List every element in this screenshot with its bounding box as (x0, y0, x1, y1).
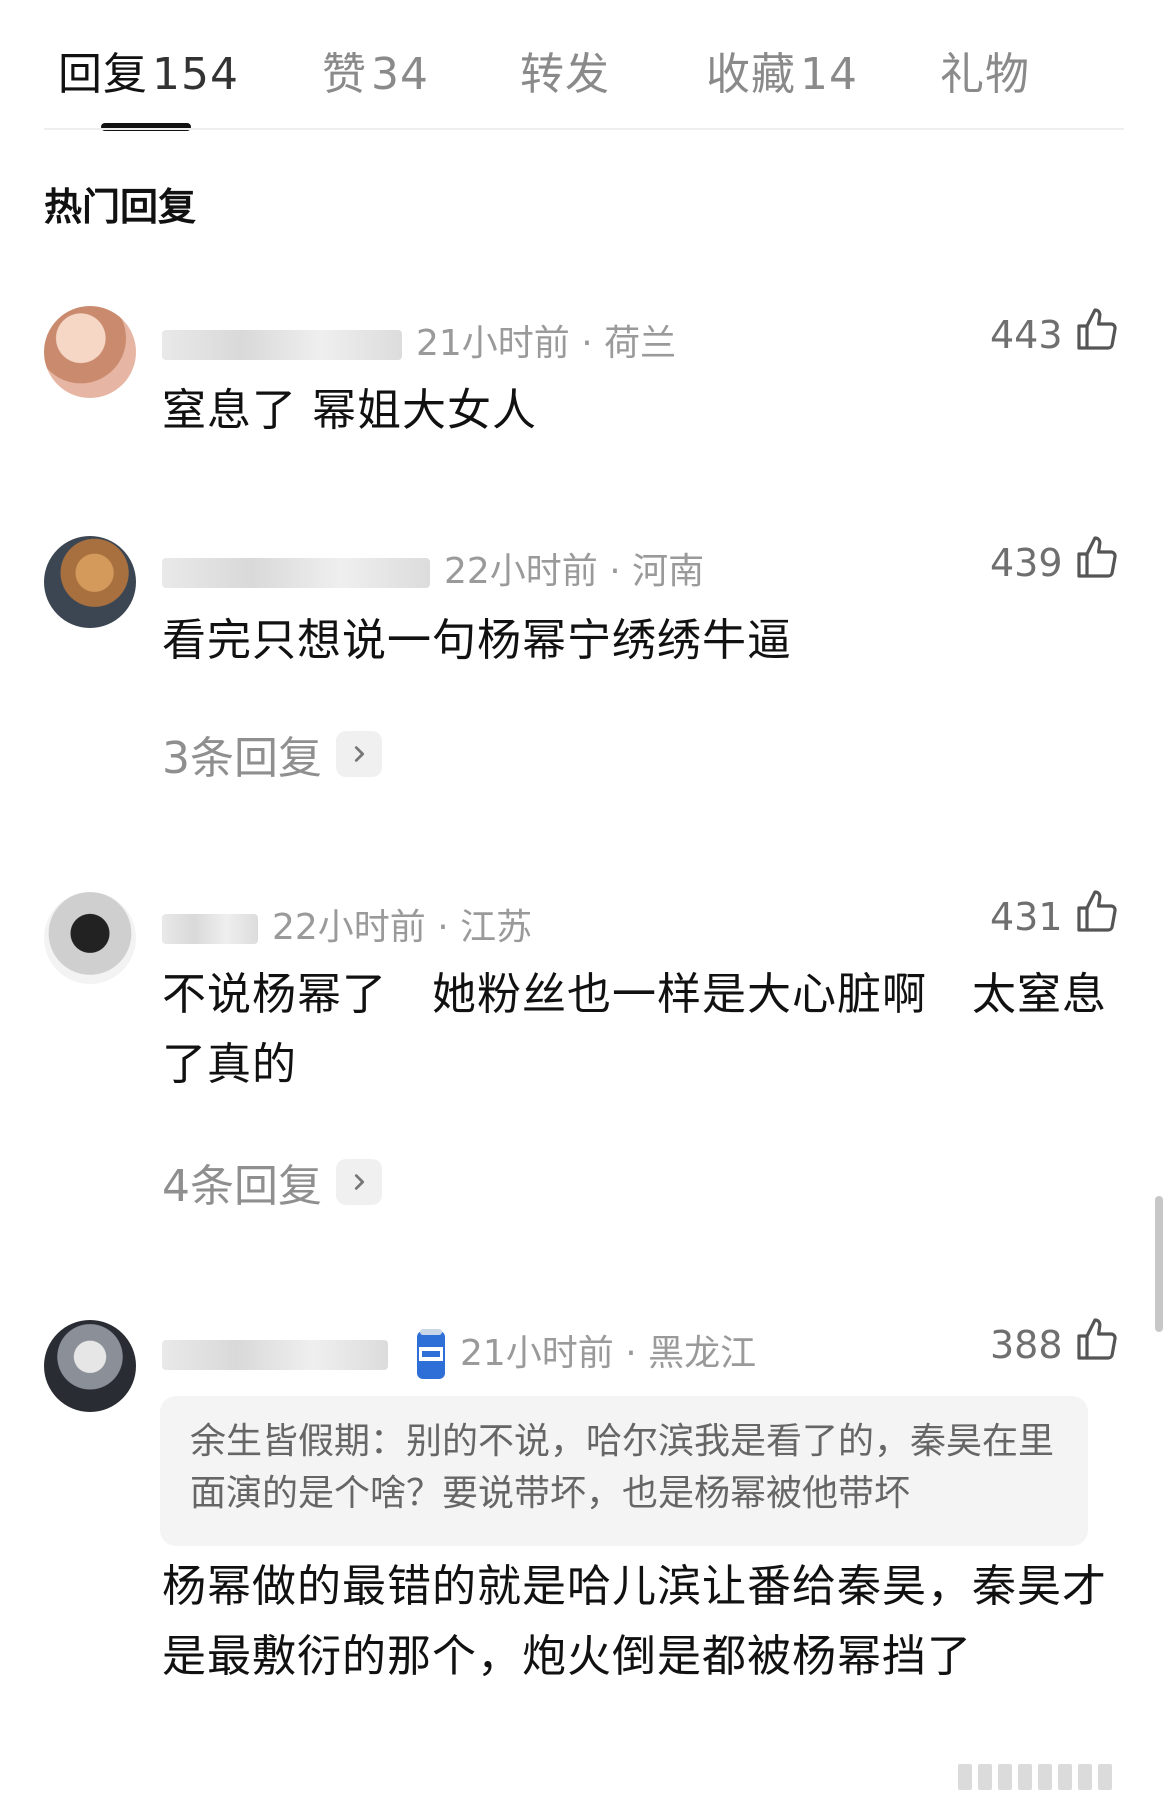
tab-divider (44, 128, 1124, 130)
scrollbar[interactable] (1155, 1196, 1163, 1332)
comment-meta: 21小时前 · 黑龙江 (162, 1324, 756, 1383)
comment-meta: 22小时前 · 河南 (162, 542, 704, 594)
comment-text: 不说杨幂了 她粉丝也一样是大心脏啊 太窒息了真的 (162, 969, 1107, 1090)
tab-likes-count: 34 (371, 49, 429, 100)
tab-bar: 回复154 赞34 转发 收藏14 礼物 (0, 0, 1170, 131)
comment-meta: 22小时前 · 江苏 (162, 898, 532, 950)
view-replies-button[interactable]: 4条回复 (162, 1150, 382, 1214)
tab-gifts-label: 礼物 (940, 49, 1030, 100)
avatar[interactable] (44, 536, 136, 628)
section-title: 热门回复 (44, 185, 197, 229)
tab-forward-label: 转发 (520, 49, 610, 100)
comment-text: 窒息了 幂姐大女人 (162, 385, 537, 436)
comment-time: 22小时前 (272, 907, 426, 948)
like-button[interactable]: 439 (990, 534, 1121, 591)
tab-likes[interactable]: 赞34 (322, 38, 429, 102)
like-count: 431 (990, 894, 1063, 939)
avatar[interactable] (44, 892, 136, 984)
replies-count-label: 3条回复 (162, 733, 322, 784)
quoted-reply[interactable]: 余生皆假期：别的不说，哈尔滨我是看了的，秦昊在里面演的是个啥？要说带坏，也是杨幂… (160, 1396, 1088, 1546)
replies-count-label: 4条回复 (162, 1161, 322, 1212)
like-count: 388 (990, 1322, 1063, 1367)
tab-replies-count: 154 (152, 49, 239, 100)
username-redacted[interactable] (162, 914, 258, 944)
comment-text: 杨幂做的最错的就是哈儿滨让番给秦昊，秦昊才是最敷衍的那个，炮火倒是都被杨幂挡了 (162, 1561, 1107, 1682)
comment-location: 黑龙江 (648, 1333, 757, 1374)
avatar[interactable] (44, 1320, 136, 1412)
comment-location: 河南 (632, 551, 705, 592)
comment-text: 看完只想说一句杨幂宁绣绣牛逼 (162, 615, 792, 666)
beer-can-badge-icon[interactable] (414, 1327, 448, 1383)
comment-time: 21小时前 (460, 1333, 614, 1374)
username-redacted[interactable] (162, 1340, 388, 1370)
comment-location: 江苏 (460, 907, 533, 948)
tab-favorites[interactable]: 收藏14 (706, 38, 858, 102)
username-redacted[interactable] (162, 558, 430, 588)
thumbs-up-icon (1073, 534, 1121, 591)
tab-forward[interactable]: 转发 (520, 38, 610, 102)
thumbs-up-icon (1073, 1316, 1121, 1373)
tab-replies[interactable]: 回复154 (58, 38, 239, 102)
thumbs-up-icon (1073, 888, 1121, 945)
like-button[interactable]: 388 (990, 1316, 1121, 1373)
tab-replies-label: 回复 (58, 49, 148, 100)
comment-location: 荷兰 (604, 323, 677, 364)
comment-meta: 21小时前 · 荷兰 (162, 314, 676, 366)
chevron-right-icon (336, 1159, 382, 1205)
like-button[interactable]: 443 (990, 306, 1121, 363)
like-button[interactable]: 431 (990, 888, 1121, 945)
like-count: 439 (990, 540, 1063, 585)
tab-favorites-label: 收藏 (706, 49, 796, 100)
tab-likes-label: 赞 (322, 49, 367, 100)
avatar[interactable] (44, 306, 136, 398)
tab-gifts[interactable]: 礼物 (940, 38, 1030, 102)
watermark (958, 1760, 1158, 1794)
view-replies-button[interactable]: 3条回复 (162, 722, 382, 786)
like-count: 443 (990, 312, 1063, 357)
comment-time: 21小时前 (416, 323, 570, 364)
tab-favorites-count: 14 (800, 49, 858, 100)
comment-time: 22小时前 (444, 551, 598, 592)
username-redacted[interactable] (162, 330, 402, 360)
thumbs-up-icon (1073, 306, 1121, 363)
chevron-right-icon (336, 731, 382, 777)
quoted-reply-text: 余生皆假期：别的不说，哈尔滨我是看了的，秦昊在里面演的是个啥？要说带坏，也是杨幂… (190, 1421, 1055, 1514)
